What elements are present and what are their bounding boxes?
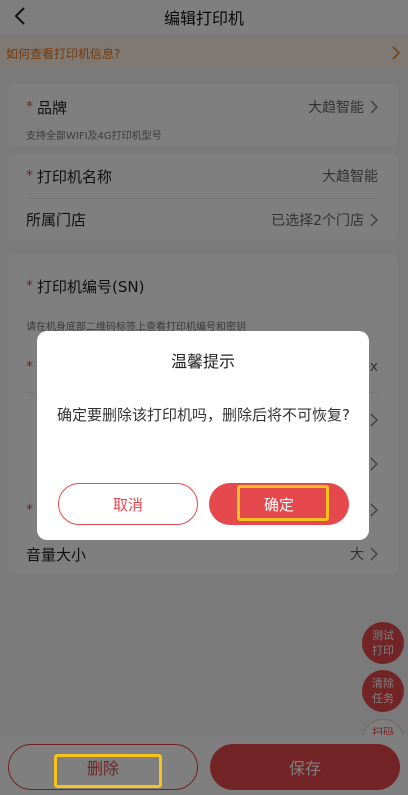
- dialog-cancel-button[interactable]: 取消: [58, 483, 198, 525]
- cancel-label: 取消: [112, 495, 143, 514]
- dialog-message: 确定要删除该打印机吗，删除后将不可恢复?: [57, 406, 350, 424]
- delete-button-highlight: [54, 754, 162, 788]
- dialog-title: 温馨提示: [170, 352, 235, 371]
- confirm-dialog: 温馨提示 确定要删除该打印机吗，删除后将不可恢复? 取消 确定: [37, 331, 369, 540]
- confirm-button-highlight: [237, 485, 329, 521]
